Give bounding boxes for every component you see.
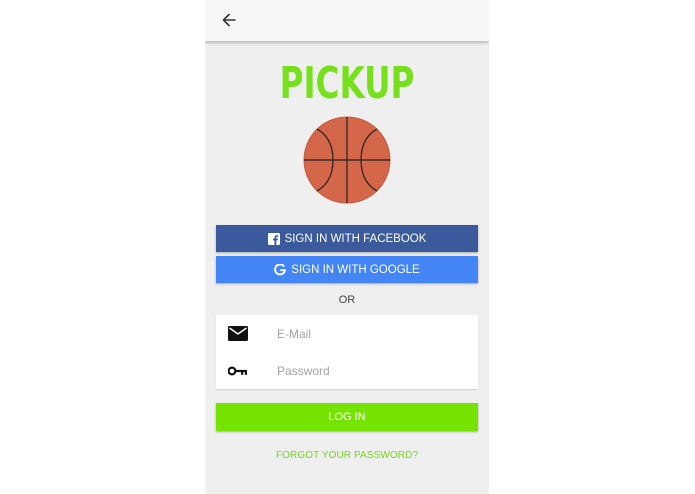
envelope-icon — [228, 326, 248, 342]
google-signin-label: SIGN IN WITH GOOGLE — [291, 263, 420, 276]
arrow-left-icon — [222, 13, 236, 27]
google-signin-button[interactable]: SIGN IN WITH GOOGLE — [216, 256, 478, 283]
basketball-icon — [303, 116, 391, 204]
login-button[interactable]: LOG IN — [216, 403, 478, 431]
app-logo-text: PICKUP — [279, 58, 415, 109]
facebook-signin-button[interactable]: SIGN IN WITH FACEBOOK — [216, 225, 478, 252]
or-divider-label: OR — [338, 294, 356, 306]
back-button[interactable] — [217, 8, 241, 32]
facebook-signin-label: SIGN IN WITH FACEBOOK — [284, 232, 427, 245]
key-icon — [228, 363, 248, 379]
google-icon — [274, 263, 287, 275]
email-field[interactable] — [277, 321, 467, 346]
login-button-label: LOG IN — [328, 411, 366, 423]
app-screen: PICKUP SIGN IN WITH FACEBOOK SIGN IN WIT… — [205, 0, 489, 494]
login-form-card — [216, 315, 478, 389]
password-field[interactable] — [277, 358, 467, 383]
app-bar — [205, 0, 489, 41]
facebook-icon — [267, 232, 280, 245]
password-row — [216, 352, 478, 389]
forgot-password-link[interactable]: FORGOT YOUR PASSWORD? — [205, 449, 489, 463]
email-row — [216, 315, 478, 352]
